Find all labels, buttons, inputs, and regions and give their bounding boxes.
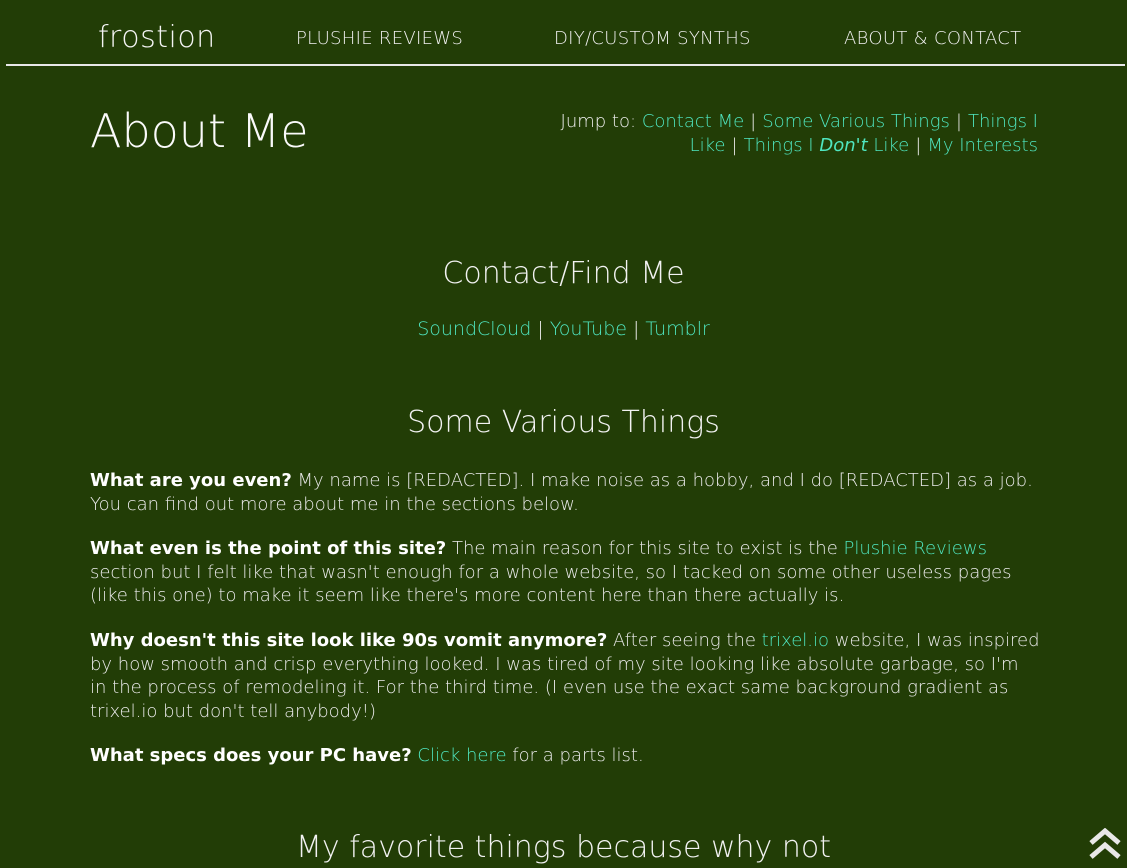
separator: | bbox=[632, 318, 640, 340]
jump-things-dont-like-text-2: Like bbox=[873, 135, 910, 156]
faq-point-of-site: What even is the point of this site? The… bbox=[90, 537, 1040, 608]
faq-what-are-you: What are you even? My name is [REDACTED]… bbox=[90, 469, 1040, 516]
faq-question: What specs does your PC have? bbox=[90, 745, 412, 766]
faq-answer-text: After seeing the bbox=[607, 630, 762, 651]
plushie-reviews-link[interactable]: Plushie Reviews bbox=[844, 538, 987, 559]
jump-things-dont-like-emphasis: Don't bbox=[819, 135, 868, 156]
scroll-to-top-button[interactable] bbox=[1087, 827, 1123, 860]
separator: | bbox=[955, 111, 962, 132]
faq-pc-specs: What specs does your PC have? Click here… bbox=[90, 744, 1040, 768]
jump-contact-link[interactable]: Contact Me bbox=[642, 111, 744, 132]
contact-links: SoundCloud | YouTube | Tumblr bbox=[0, 318, 1127, 340]
soundcloud-link[interactable]: SoundCloud bbox=[417, 318, 531, 340]
parts-list-link[interactable]: Click here bbox=[417, 745, 506, 766]
nav-about-contact[interactable]: ABOUT & CONTACT bbox=[844, 28, 1021, 49]
site-logo[interactable]: frostion bbox=[98, 20, 216, 55]
separator: | bbox=[750, 111, 757, 132]
jump-various-link[interactable]: Some Various Things bbox=[762, 111, 950, 132]
nav-diy-custom-synths[interactable]: DIY/CUSTOM SYNTHS bbox=[554, 28, 751, 49]
jump-to-links: Jump to: Contact Me | Some Various Things |… bbox=[558, 110, 1038, 158]
jump-interests-link[interactable]: My Interests bbox=[927, 135, 1038, 156]
jump-things-dont-like-link[interactable]: Things I Don't Like bbox=[744, 135, 910, 156]
faq-site-look: Why doesn't this site look like 90s vomi… bbox=[90, 629, 1040, 723]
faq-answer-text: The main reason for this site to exist i… bbox=[446, 538, 844, 559]
faq-answer-text: section but I felt like that wasn't enou… bbox=[90, 561, 1012, 607]
jump-label: Jump to: bbox=[560, 111, 637, 132]
faq-question: Why doesn't this site look like 90s vomi… bbox=[90, 630, 608, 651]
top-nav: frostion PLUSHIE REVIEWS DIY/CUSTOM SYNT… bbox=[6, 0, 1125, 66]
separator: | bbox=[731, 135, 738, 156]
separator: | bbox=[915, 135, 922, 156]
tumblr-link[interactable]: Tumblr bbox=[645, 318, 709, 340]
double-chevron-up-icon bbox=[1089, 827, 1121, 859]
favorites-section-title: My favorite things because why not bbox=[296, 830, 831, 865]
page-title: About Me bbox=[90, 104, 309, 158]
faq-question: What are you even? bbox=[90, 470, 292, 491]
jump-things-dont-like-text-1: Things I bbox=[743, 135, 814, 156]
contact-section-title: Contact/Find Me bbox=[442, 256, 685, 291]
youtube-link[interactable]: YouTube bbox=[550, 318, 627, 340]
faq-question: What even is the point of this site? bbox=[90, 538, 447, 559]
various-section-title: Some Various Things bbox=[407, 405, 720, 440]
separator: | bbox=[537, 318, 544, 340]
nav-plushie-reviews[interactable]: PLUSHIE REVIEWS bbox=[296, 28, 463, 49]
trixel-link[interactable]: trixel.io bbox=[762, 630, 829, 651]
faq-answer-text: for a parts list. bbox=[506, 745, 644, 766]
